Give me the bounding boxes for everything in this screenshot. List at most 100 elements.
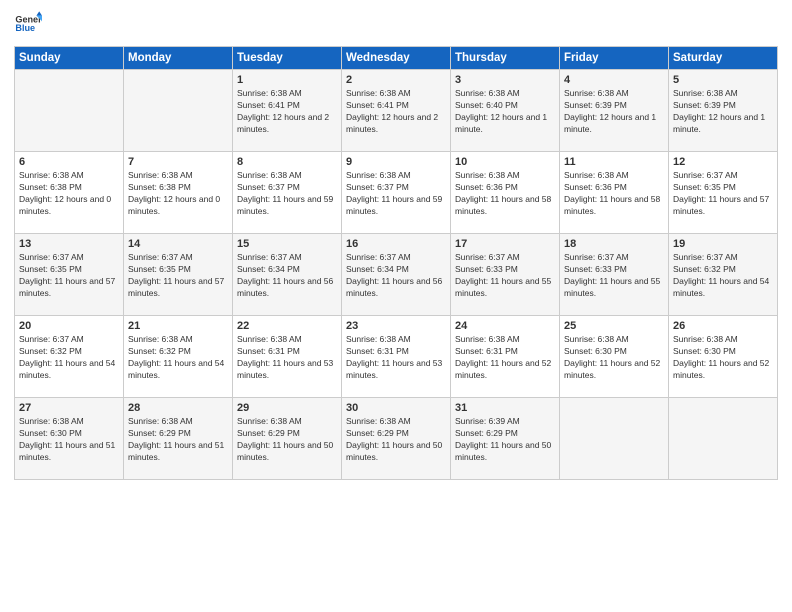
- calendar-cell: 10 Sunrise: 6:38 AM Sunset: 6:36 PM Dayli…: [451, 152, 560, 234]
- calendar-cell: 27 Sunrise: 6:38 AM Sunset: 6:30 PM Dayli…: [15, 398, 124, 480]
- day-info: Sunrise: 6:37 AM Sunset: 6:34 PM Dayligh…: [237, 252, 337, 300]
- calendar-cell: 21 Sunrise: 6:38 AM Sunset: 6:32 PM Dayli…: [124, 316, 233, 398]
- day-info: Sunrise: 6:38 AM Sunset: 6:30 PM Dayligh…: [564, 334, 664, 382]
- day-info: Sunrise: 6:37 AM Sunset: 6:34 PM Dayligh…: [346, 252, 446, 300]
- calendar-cell: 9 Sunrise: 6:38 AM Sunset: 6:37 PM Daylig…: [342, 152, 451, 234]
- day-number: 25: [564, 320, 664, 332]
- calendar-week-4: 20Sunrise: 6:37 AM Sunset: 6:32 PM Dayli…: [15, 316, 778, 398]
- day-info: Sunrise: 6:38 AM Sunset: 6:32 PM Dayligh…: [128, 334, 228, 382]
- day-number: 7: [128, 156, 228, 168]
- day-number: 22: [237, 320, 337, 332]
- calendar-cell: 6Sunrise: 6:38 AM Sunset: 6:38 PM Daylig…: [15, 152, 124, 234]
- calendar-cell: 15 Sunrise: 6:37 AM Sunset: 6:34 PM Dayli…: [233, 234, 342, 316]
- calendar-cell: 12 Sunrise: 6:37 AM Sunset: 6:35 PM Dayli…: [669, 152, 778, 234]
- day-number: 31: [455, 402, 555, 414]
- svg-text:Blue: Blue: [15, 23, 35, 33]
- calendar-week-3: 13 Sunrise: 6:37 AM Sunset: 6:35 PM Dayli…: [15, 234, 778, 316]
- calendar-cell: 31 Sunrise: 6:39 AM Sunset: 6:29 PM Dayli…: [451, 398, 560, 480]
- day-number: 30: [346, 402, 446, 414]
- calendar-cell: 26 Sunrise: 6:38 AM Sunset: 6:30 PM Dayli…: [669, 316, 778, 398]
- day-number: 24: [455, 320, 555, 332]
- day-number: 18: [564, 238, 664, 250]
- day-number: 29: [237, 402, 337, 414]
- day-info: Sunrise: 6:37 AM Sunset: 6:32 PM Dayligh…: [673, 252, 773, 300]
- day-number: 26: [673, 320, 773, 332]
- day-number: 19: [673, 238, 773, 250]
- day-info: Sunrise: 6:38 AM Sunset: 6:29 PM Dayligh…: [237, 416, 337, 464]
- day-number: 2: [346, 74, 446, 86]
- day-number: 16: [346, 238, 446, 250]
- calendar-cell: 29 Sunrise: 6:38 AM Sunset: 6:29 PM Dayli…: [233, 398, 342, 480]
- calendar-week-2: 6Sunrise: 6:38 AM Sunset: 6:38 PM Daylig…: [15, 152, 778, 234]
- calendar-header-friday: Friday: [560, 47, 669, 70]
- day-number: 3: [455, 74, 555, 86]
- calendar-header-monday: Monday: [124, 47, 233, 70]
- calendar-header-thursday: Thursday: [451, 47, 560, 70]
- day-info: Sunrise: 6:37 AM Sunset: 6:35 PM Dayligh…: [128, 252, 228, 300]
- day-number: 21: [128, 320, 228, 332]
- day-number: 10: [455, 156, 555, 168]
- day-number: 1: [237, 74, 337, 86]
- day-number: 13: [19, 238, 119, 250]
- day-number: 9: [346, 156, 446, 168]
- calendar-cell: 17 Sunrise: 6:37 AM Sunset: 6:33 PM Dayli…: [451, 234, 560, 316]
- logo-icon: General Blue: [14, 10, 42, 38]
- day-info: Sunrise: 6:38 AM Sunset: 6:29 PM Dayligh…: [128, 416, 228, 464]
- day-number: 4: [564, 74, 664, 86]
- calendar-cell: 13 Sunrise: 6:37 AM Sunset: 6:35 PM Dayli…: [15, 234, 124, 316]
- calendar-cell: [124, 70, 233, 152]
- day-number: 8: [237, 156, 337, 168]
- calendar-week-1: 1 Sunrise: 6:38 AM Sunset: 6:41 PM Daylig…: [15, 70, 778, 152]
- calendar-cell: 19 Sunrise: 6:37 AM Sunset: 6:32 PM Dayli…: [669, 234, 778, 316]
- day-number: 12: [673, 156, 773, 168]
- day-info: Sunrise: 6:38 AM Sunset: 6:37 PM Dayligh…: [346, 170, 446, 218]
- calendar-header-sunday: Sunday: [15, 47, 124, 70]
- day-info: Sunrise: 6:38 AM Sunset: 6:29 PM Dayligh…: [346, 416, 446, 464]
- calendar-cell: 30 Sunrise: 6:38 AM Sunset: 6:29 PM Dayli…: [342, 398, 451, 480]
- calendar-cell: 14Sunrise: 6:37 AM Sunset: 6:35 PM Dayli…: [124, 234, 233, 316]
- day-info: Sunrise: 6:38 AM Sunset: 6:36 PM Dayligh…: [455, 170, 555, 218]
- day-info: Sunrise: 6:38 AM Sunset: 6:37 PM Dayligh…: [237, 170, 337, 218]
- calendar-header-row: SundayMondayTuesdayWednesdayThursdayFrid…: [15, 47, 778, 70]
- day-info: Sunrise: 6:39 AM Sunset: 6:29 PM Dayligh…: [455, 416, 555, 464]
- page-header: General Blue: [14, 10, 778, 38]
- calendar-table: SundayMondayTuesdayWednesdayThursdayFrid…: [14, 46, 778, 480]
- calendar-cell: 4Sunrise: 6:38 AM Sunset: 6:39 PM Daylig…: [560, 70, 669, 152]
- calendar-cell: 20Sunrise: 6:37 AM Sunset: 6:32 PM Dayli…: [15, 316, 124, 398]
- day-number: 17: [455, 238, 555, 250]
- calendar-cell: 16 Sunrise: 6:37 AM Sunset: 6:34 PM Dayli…: [342, 234, 451, 316]
- calendar-cell: [15, 70, 124, 152]
- day-info: Sunrise: 6:38 AM Sunset: 6:39 PM Dayligh…: [673, 88, 773, 136]
- day-number: 11: [564, 156, 664, 168]
- calendar-cell: 1 Sunrise: 6:38 AM Sunset: 6:41 PM Daylig…: [233, 70, 342, 152]
- day-info: Sunrise: 6:38 AM Sunset: 6:41 PM Dayligh…: [237, 88, 337, 136]
- calendar-cell: [560, 398, 669, 480]
- calendar-header-tuesday: Tuesday: [233, 47, 342, 70]
- day-info: Sunrise: 6:37 AM Sunset: 6:32 PM Dayligh…: [19, 334, 119, 382]
- calendar-cell: 11Sunrise: 6:38 AM Sunset: 6:36 PM Dayli…: [560, 152, 669, 234]
- day-info: Sunrise: 6:38 AM Sunset: 6:30 PM Dayligh…: [19, 416, 119, 464]
- day-info: Sunrise: 6:38 AM Sunset: 6:40 PM Dayligh…: [455, 88, 555, 136]
- calendar-cell: [669, 398, 778, 480]
- calendar-header-saturday: Saturday: [669, 47, 778, 70]
- calendar-cell: 3 Sunrise: 6:38 AM Sunset: 6:40 PM Daylig…: [451, 70, 560, 152]
- day-number: 27: [19, 402, 119, 414]
- calendar-cell: 23Sunrise: 6:38 AM Sunset: 6:31 PM Dayli…: [342, 316, 451, 398]
- calendar-cell: 25 Sunrise: 6:38 AM Sunset: 6:30 PM Dayli…: [560, 316, 669, 398]
- calendar-cell: 5Sunrise: 6:38 AM Sunset: 6:39 PM Daylig…: [669, 70, 778, 152]
- calendar-cell: 24 Sunrise: 6:38 AM Sunset: 6:31 PM Dayli…: [451, 316, 560, 398]
- calendar-cell: 22 Sunrise: 6:38 AM Sunset: 6:31 PM Dayli…: [233, 316, 342, 398]
- day-info: Sunrise: 6:38 AM Sunset: 6:38 PM Dayligh…: [19, 170, 119, 218]
- day-info: Sunrise: 6:38 AM Sunset: 6:31 PM Dayligh…: [237, 334, 337, 382]
- day-info: Sunrise: 6:37 AM Sunset: 6:35 PM Dayligh…: [19, 252, 119, 300]
- day-number: 28: [128, 402, 228, 414]
- day-number: 15: [237, 238, 337, 250]
- calendar-header-wednesday: Wednesday: [342, 47, 451, 70]
- day-info: Sunrise: 6:37 AM Sunset: 6:35 PM Dayligh…: [673, 170, 773, 218]
- day-info: Sunrise: 6:38 AM Sunset: 6:38 PM Dayligh…: [128, 170, 228, 218]
- day-info: Sunrise: 6:38 AM Sunset: 6:31 PM Dayligh…: [346, 334, 446, 382]
- day-info: Sunrise: 6:38 AM Sunset: 6:31 PM Dayligh…: [455, 334, 555, 382]
- day-info: Sunrise: 6:37 AM Sunset: 6:33 PM Dayligh…: [455, 252, 555, 300]
- day-info: Sunrise: 6:38 AM Sunset: 6:30 PM Dayligh…: [673, 334, 773, 382]
- day-info: Sunrise: 6:37 AM Sunset: 6:33 PM Dayligh…: [564, 252, 664, 300]
